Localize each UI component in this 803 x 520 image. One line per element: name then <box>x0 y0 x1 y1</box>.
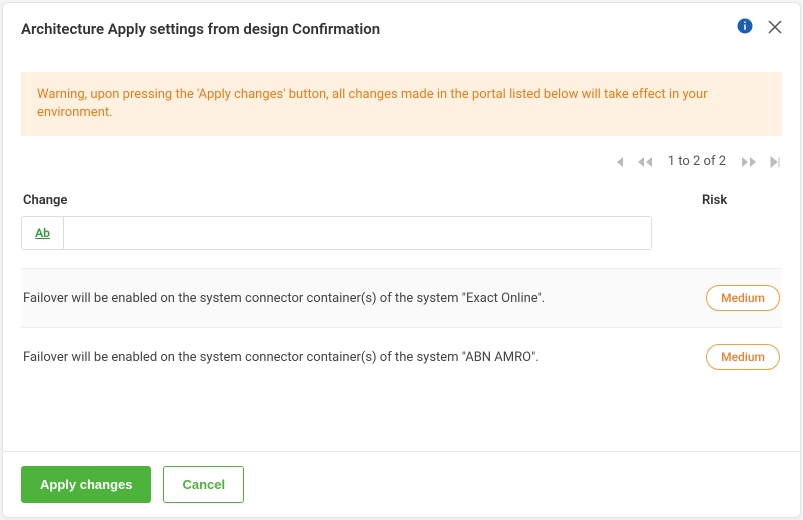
filter-mode-button[interactable]: Ab <box>22 217 64 249</box>
dialog-header: Architecture Apply settings from design … <box>3 3 800 58</box>
pager-prev-button[interactable] <box>636 155 654 169</box>
apply-changes-button[interactable]: Apply changes <box>21 466 151 503</box>
risk-badge: Medium <box>706 344 780 370</box>
pager-last-button[interactable] <box>768 155 782 169</box>
change-rows: Failover will be enabled on the system c… <box>21 268 782 386</box>
filter-input[interactable] <box>64 217 651 249</box>
column-headers: Change Risk <box>21 189 782 216</box>
dialog-footer: Apply changes Cancel <box>3 451 800 517</box>
prev-page-icon <box>636 155 654 169</box>
risk-badge: Medium <box>706 285 780 311</box>
info-icon[interactable] <box>736 17 754 40</box>
first-page-icon <box>612 155 626 169</box>
pager: 1 to 2 of 2 <box>21 154 782 169</box>
change-text: Failover will be enabled on the system c… <box>23 291 706 306</box>
table-row: Failover will be enabled on the system c… <box>21 327 782 386</box>
dialog-body: Warning, upon pressing the 'Apply change… <box>3 58 800 451</box>
filter-row: Ab <box>21 216 652 250</box>
last-page-icon <box>768 155 782 169</box>
pager-first-button[interactable] <box>612 155 626 169</box>
warning-banner: Warning, upon pressing the 'Apply change… <box>21 72 782 136</box>
close-button[interactable] <box>768 20 782 38</box>
close-icon <box>768 20 782 34</box>
cancel-button[interactable]: Cancel <box>163 466 244 503</box>
table-row: Failover will be enabled on the system c… <box>21 268 782 327</box>
next-page-icon <box>740 155 758 169</box>
confirmation-dialog: Architecture Apply settings from design … <box>2 2 801 518</box>
pager-next-button[interactable] <box>740 155 758 169</box>
dialog-title: Architecture Apply settings from design … <box>21 20 736 38</box>
pager-text: 1 to 2 of 2 <box>668 154 726 169</box>
column-header-change: Change <box>21 193 702 208</box>
column-header-risk: Risk <box>702 193 782 208</box>
change-text: Failover will be enabled on the system c… <box>23 350 706 365</box>
